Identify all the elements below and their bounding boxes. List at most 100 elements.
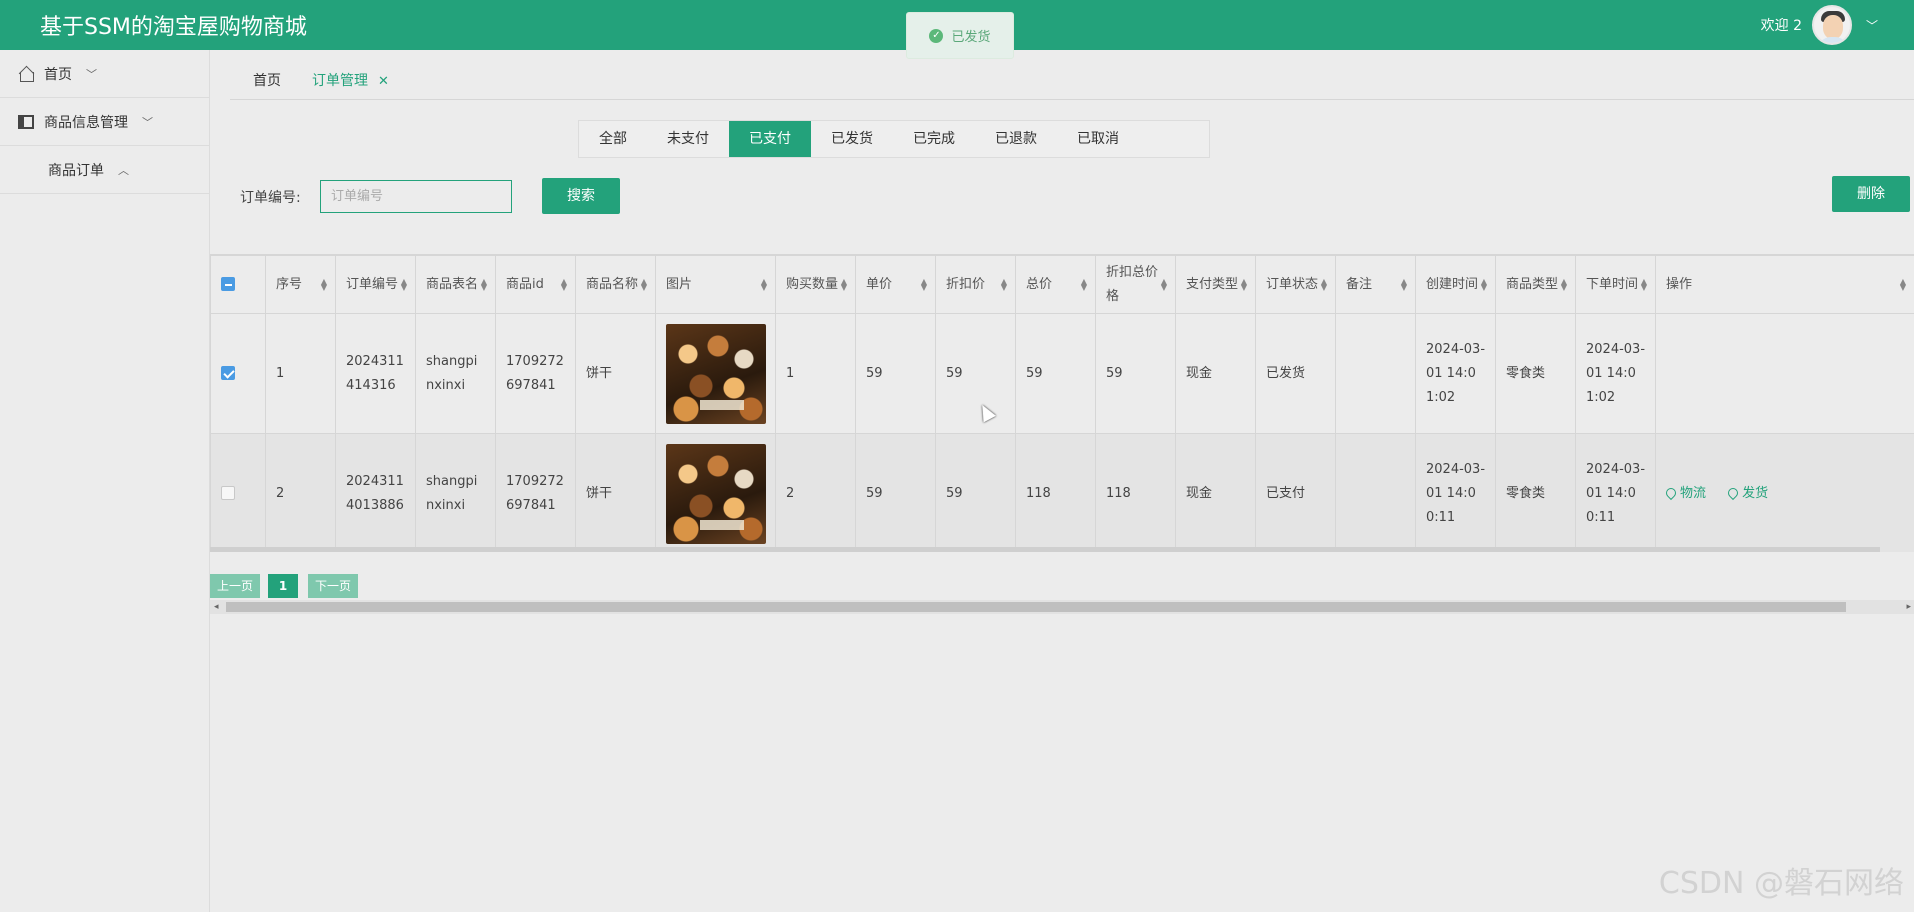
search-button[interactable]: 搜索: [542, 178, 620, 214]
column-header[interactable]: 总价 ▲ ▼: [1015, 255, 1096, 314]
avatar[interactable]: [1811, 5, 1852, 45]
sidebar-item-home[interactable]: 首页 ﹀: [0, 50, 209, 98]
column-header[interactable]: 下单时间 ▲ ▼: [1575, 255, 1656, 314]
watermark: CSDN @磐石网络: [1658, 866, 1904, 901]
column-header[interactable]: 折扣价 ▲ ▼: [935, 255, 1016, 314]
scroll-left-icon[interactable]: ◂: [214, 600, 219, 614]
sort-icon: ▲ ▼: [1240, 276, 1247, 292]
sort-icon: ▲ ▼: [480, 276, 487, 292]
cell-index: 2: [265, 433, 336, 552]
delete-button[interactable]: 删除: [1832, 176, 1910, 212]
cell-product-id: 1709272697841: [495, 433, 576, 552]
column-header[interactable]: 序号 ▲ ▼: [265, 255, 336, 314]
page-tabs: 首页 订单管理 ✕: [230, 60, 1914, 100]
sidebar-item-product-management[interactable]: 商品信息管理 ﹀: [0, 98, 209, 146]
cell-table-name: shangpinxinxi: [415, 433, 496, 552]
row-checkbox[interactable]: [221, 486, 235, 500]
column-header[interactable]: 商品类型 ▲ ▼: [1495, 255, 1576, 314]
cell-order-time: 2024-03-01 14:00:11: [1575, 433, 1656, 552]
cell-image: [655, 313, 776, 434]
status-tab-unpaid[interactable]: 未支付: [647, 121, 729, 157]
table-row[interactable]: 1 2024311414316 shangpinxinxi 1709272697…: [210, 313, 1914, 434]
cell-order-no: 2024311414316: [335, 313, 416, 434]
order-no-search-input[interactable]: [320, 180, 512, 213]
order-no-label: 订单编号:: [240, 190, 301, 206]
row-checkbox[interactable]: [221, 366, 235, 380]
cell-remark: [1335, 433, 1416, 552]
sort-icon: ▲ ▼: [400, 276, 407, 292]
select-all-cell: [210, 255, 266, 314]
ship-link[interactable]: 发货: [1726, 485, 1768, 501]
toast-text: 已发货: [951, 30, 991, 45]
scroll-right-icon[interactable]: ▸: [1906, 600, 1911, 614]
cell-discount-price: 59: [935, 433, 1016, 552]
location-icon: [1663, 485, 1679, 500]
tab-order-management[interactable]: 订单管理 ✕: [312, 70, 389, 90]
chevron-down-icon[interactable]: ﹀: [1866, 17, 1878, 34]
order-status-tabs: 全部 未支付 已支付 已发货 已完成 已退款 已取消: [578, 120, 1210, 158]
column-header[interactable]: 单价 ▲ ▼: [855, 255, 936, 314]
app-title: 基于SSM的淘宝屋购物商城: [40, 15, 307, 40]
product-image[interactable]: [666, 323, 766, 424]
cell-price: 59: [855, 433, 936, 552]
sidebar-item-label: 商品信息管理: [44, 114, 128, 131]
cell-product-name: 饼干: [575, 313, 656, 434]
cell-pay-type: 现金: [1175, 433, 1256, 552]
location-icon: [1726, 485, 1741, 500]
status-tab-shipped[interactable]: 已发货: [811, 121, 893, 157]
status-tab-all[interactable]: 全部: [579, 121, 647, 157]
sort-icon: ▲ ▼: [840, 276, 847, 292]
cell-order-time: 2024-03-01 14:01:02: [1575, 313, 1656, 434]
status-tab-paid[interactable]: 已支付: [729, 121, 811, 157]
status-tab-refunded[interactable]: 已退款: [975, 121, 1057, 157]
status-tab-cancelled[interactable]: 已取消: [1057, 121, 1139, 157]
column-header[interactable]: 图片 ▲ ▼: [655, 255, 776, 314]
sort-icon: ▲ ▼: [1899, 276, 1906, 292]
cell-discount-total: 118: [1095, 433, 1176, 552]
column-header[interactable]: 订单状态 ▲ ▼: [1255, 255, 1336, 314]
cell-index: 1: [265, 313, 336, 434]
column-header[interactable]: 商品名称 ▲ ▼: [575, 255, 656, 314]
horizontal-scrollbar[interactable]: ◂ ▸: [210, 600, 1914, 614]
sidebar-item-product-orders[interactable]: 商品订单 ︿: [0, 146, 209, 194]
column-header[interactable]: 购买数量 ▲ ▼: [775, 255, 856, 314]
cell-product-id: 1709272697841: [495, 313, 576, 434]
cell-quantity: 1: [775, 313, 856, 434]
column-header[interactable]: 备注 ▲ ▼: [1335, 255, 1416, 314]
prev-page-button[interactable]: 上一页: [210, 574, 260, 598]
select-all-checkbox[interactable]: [221, 277, 235, 291]
column-header[interactable]: 支付类型 ▲ ▼: [1175, 255, 1256, 314]
table-header-row: 序号 ▲ ▼ 订单编号 ▲ ▼ 商品表名 ▲ ▼ 商品id ▲ ▼ 商品名称 ▲ ▼ 图片 ▲ ▼ 购买…: [210, 255, 1914, 314]
status-tab-completed[interactable]: 已完成: [893, 121, 975, 157]
cell-total: 118: [1015, 433, 1096, 552]
next-page-button[interactable]: 下一页: [308, 574, 358, 598]
cell-actions: [1655, 313, 1914, 434]
column-header[interactable]: 订单编号 ▲ ▼: [335, 255, 416, 314]
table-row[interactable]: 2 20243114013886 shangpinxinxi 170927269…: [210, 433, 1914, 552]
table-scrollbar[interactable]: [210, 547, 1880, 552]
logistics-link[interactable]: 物流: [1663, 485, 1706, 501]
close-icon[interactable]: ✕: [378, 74, 389, 89]
sort-icon: ▲ ▼: [1560, 276, 1567, 292]
cell-quantity: 2: [775, 433, 856, 552]
sort-icon: ▲ ▼: [1400, 276, 1407, 292]
column-header[interactable]: 商品表名 ▲ ▼: [415, 255, 496, 314]
home-icon: [18, 66, 34, 82]
column-header[interactable]: 折扣总价格 ▲ ▼: [1095, 255, 1176, 314]
sort-icon: ▲ ▼: [1480, 276, 1487, 292]
sidebar: 首页 ﹀ 商品信息管理 ﹀ 商品订单 ︿: [0, 50, 210, 912]
column-header[interactable]: 创建时间 ▲ ▼: [1415, 255, 1496, 314]
cell-status: 已发货: [1255, 313, 1336, 434]
product-image[interactable]: [666, 443, 766, 544]
sort-icon: ▲ ▼: [1640, 276, 1647, 292]
column-header[interactable]: 操作 ▲ ▼: [1655, 255, 1914, 314]
page-number-button[interactable]: 1: [268, 574, 298, 598]
cell-remark: [1335, 313, 1416, 434]
user-menu[interactable]: 欢迎 2 ﹀: [1761, 4, 1878, 46]
cell-total: 59: [1015, 313, 1096, 434]
sort-icon: ▲ ▼: [320, 276, 327, 292]
scrollbar-thumb[interactable]: [226, 602, 1846, 612]
cell-created: 2024-03-01 14:00:11: [1415, 433, 1496, 552]
tab-home[interactable]: 首页: [253, 70, 281, 90]
column-header[interactable]: 商品id ▲ ▼: [495, 255, 576, 314]
